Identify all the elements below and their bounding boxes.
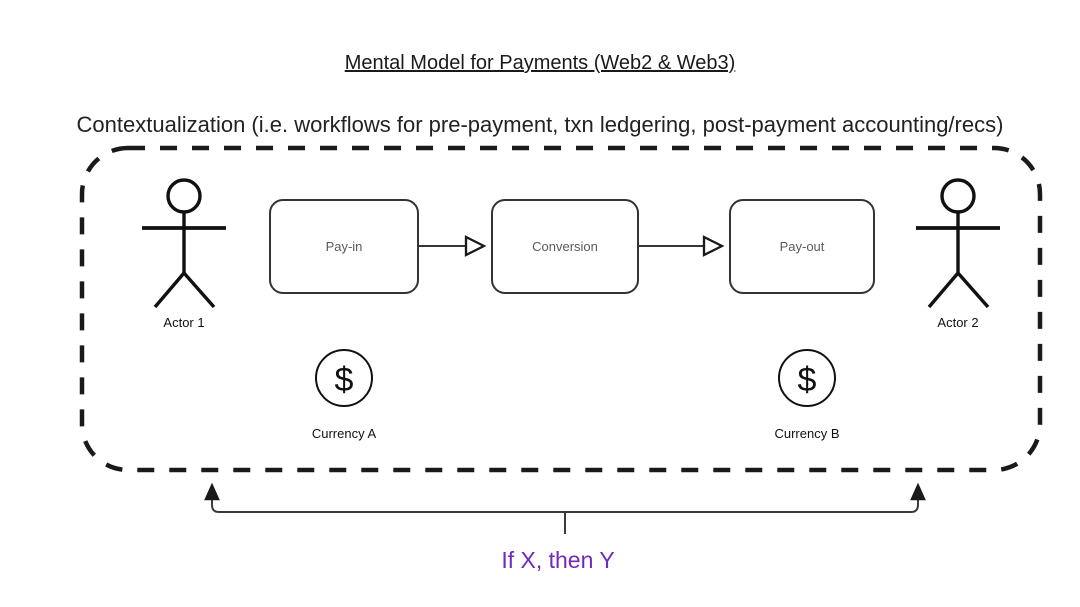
stick-figure-leg-right <box>956 271 990 309</box>
stick-figure-head-icon <box>166 178 202 214</box>
diagram-canvas: Mental Model for Payments (Web2 & Web3) … <box>0 0 1080 607</box>
actor-2-label: Actor 2 <box>937 315 978 330</box>
process-box-pay-in-label: Pay-in <box>326 239 363 254</box>
process-box-conversion-label: Conversion <box>532 239 598 254</box>
process-box-pay-out-label: Pay-out <box>780 239 825 254</box>
page-subtitle: Contextualization (i.e. workflows for pr… <box>77 112 1004 137</box>
payments-mental-model-diagram: Mental Model for Payments (Web2 & Web3) … <box>77 52 1043 573</box>
process-box-pay-out[interactable]: Pay-out <box>729 199 875 294</box>
annotation-label: If X, then Y <box>501 547 614 573</box>
contextualization-boundary <box>79 145 1043 473</box>
bracket-right-arrow <box>560 486 918 513</box>
stick-figure-head-icon <box>940 178 976 214</box>
currency-a-coin: $ <box>315 349 373 407</box>
actor-1-figure <box>142 178 226 309</box>
actor-2-figure <box>916 178 1000 309</box>
stick-figure-leg-right <box>182 271 216 309</box>
annotation-bracket-connector <box>212 486 918 534</box>
stick-figure-leg-left <box>927 271 960 309</box>
stick-figure-leg-left <box>153 271 186 309</box>
bracket-left-arrow <box>212 486 560 513</box>
currency-b-label: Currency B <box>774 426 839 441</box>
process-box-conversion[interactable]: Conversion <box>491 199 639 294</box>
page-title: Mental Model for Payments (Web2 & Web3) <box>345 52 736 74</box>
currency-b-symbol: $ <box>798 361 817 399</box>
actor-1-label: Actor 1 <box>163 315 204 330</box>
currency-b-coin: $ <box>778 349 836 407</box>
currency-a-symbol: $ <box>335 361 354 399</box>
currency-a-label: Currency A <box>312 426 377 441</box>
process-box-pay-in[interactable]: Pay-in <box>269 199 419 294</box>
